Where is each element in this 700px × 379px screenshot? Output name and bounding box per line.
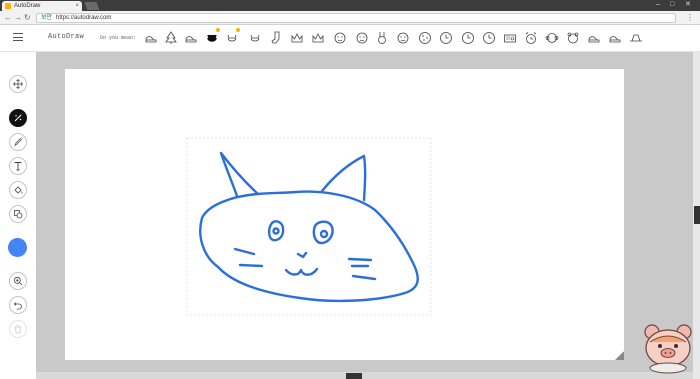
cat-right-eye bbox=[312, 220, 334, 245]
cat-nose bbox=[296, 251, 308, 259]
cat-left-whisker-1 bbox=[233, 247, 256, 256]
selection-box bbox=[186, 137, 432, 316]
cat-left-eye bbox=[267, 220, 285, 242]
cat-right-whisker-1 bbox=[347, 257, 373, 262]
horizontal-scroll-thumb[interactable] bbox=[346, 373, 362, 379]
vertical-scroll-thumb[interactable] bbox=[694, 206, 700, 224]
horizontal-scrollbar[interactable] bbox=[36, 372, 693, 379]
cat-left-whisker-2 bbox=[238, 263, 264, 268]
cat-head-outline bbox=[199, 190, 419, 303]
pig-mascot-watermark bbox=[644, 324, 692, 374]
cat-left-pupil bbox=[272, 227, 280, 235]
cat-left-ear bbox=[219, 151, 260, 198]
cat-right-pupil bbox=[319, 229, 329, 239]
cat-mouth bbox=[284, 267, 319, 276]
cat-drawing bbox=[186, 137, 432, 316]
cat-right-whisker-3 bbox=[351, 274, 377, 281]
